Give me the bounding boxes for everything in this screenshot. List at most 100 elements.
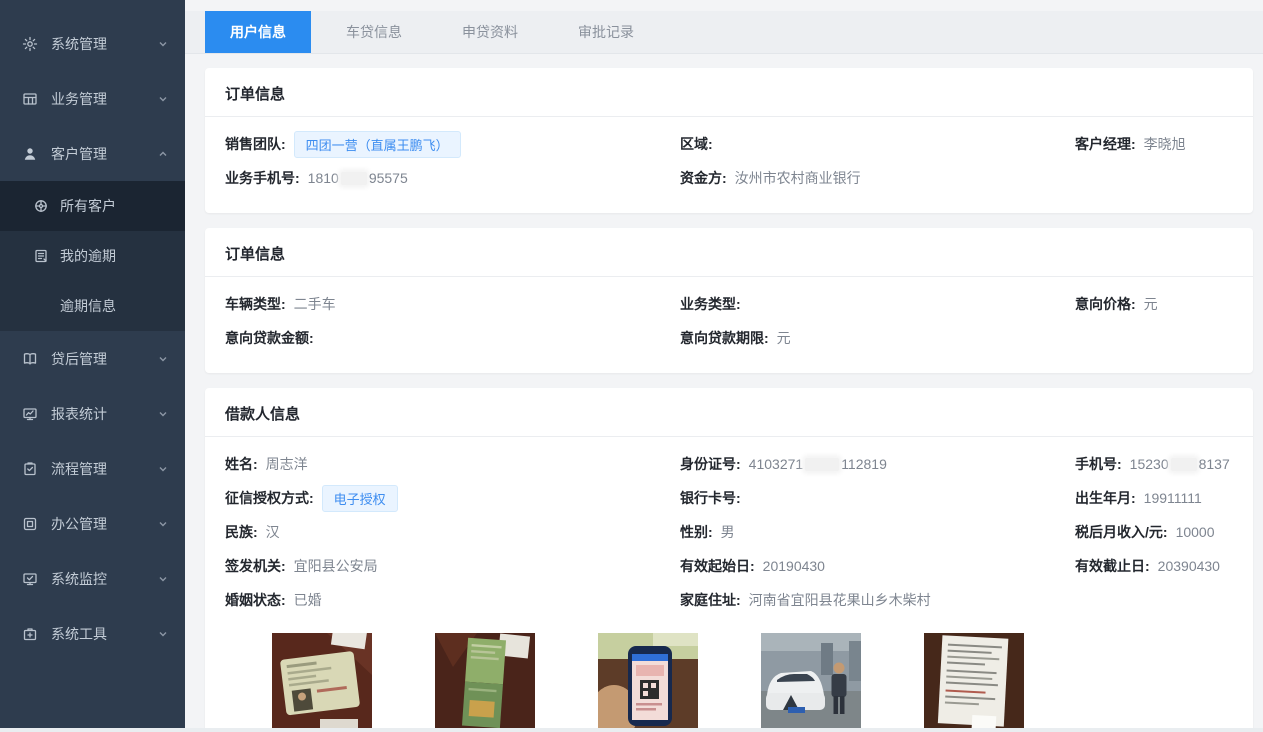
field-value: 4103271112819 <box>749 456 887 472</box>
redaction-blur <box>341 172 367 185</box>
field-label: 资金方: <box>680 168 727 188</box>
book-icon <box>22 351 38 367</box>
phone-auth-photo[interactable]: 征信截图 2 <box>598 633 698 732</box>
field-mobile-phone: 手机号: 152308137 <box>1075 447 1233 481</box>
tab-car-loan-info[interactable]: 车贷信息 <box>321 11 427 53</box>
field-value: 二手车 <box>294 294 336 314</box>
sidebar-item-system-monitor[interactable]: 系统监控 <box>0 551 185 606</box>
field-value: 19911111 <box>1144 490 1202 506</box>
field-value: 152308137 <box>1130 456 1230 472</box>
field-gender: 性别: 男 <box>680 515 1075 549</box>
monitor-chart-icon <box>22 406 38 422</box>
field-bank-card-number: 银行卡号: <box>680 481 1075 515</box>
sidebar-item-my-overdue[interactable]: 我的逾期 <box>0 231 185 281</box>
redaction-blur <box>1171 458 1197 471</box>
field-issuing-authority: 签发机关: 宜阳县公安局 <box>225 549 680 583</box>
id-card-photo[interactable]: 本人照 <box>272 633 372 732</box>
handwritten-doc-photo-image <box>924 633 1024 732</box>
field-account-manager: 客户经理: 李晓旭 <box>1075 127 1233 161</box>
field-intent-loan-amount: 意向贷款金额: <box>225 321 680 355</box>
card-title: 订单信息 <box>205 228 1253 277</box>
tab-approval-records[interactable]: 审批记录 <box>553 11 659 53</box>
wheel-icon <box>33 198 49 214</box>
tab-user-info[interactable]: 用户信息 <box>205 11 311 53</box>
sidebar-item-business-management[interactable]: 业务管理 <box>0 71 185 126</box>
field-label: 民族: <box>225 522 258 542</box>
borrower-info-card: 借款人信息 姓名: 周志洋 身份证号: 4103271112819 手机号: 1… <box>205 388 1253 732</box>
field-label: 出生年月: <box>1075 488 1136 508</box>
sidebar-item-label: 系统监控 <box>51 569 144 589</box>
sales-team-tag[interactable]: 四团一营（直属王鹏飞） <box>294 131 461 158</box>
redaction-blur <box>805 458 839 471</box>
field-label: 销售团队: <box>225 134 286 154</box>
field-value: 汝州市农村商业银行 <box>735 168 861 188</box>
sidebar-item-label: 报表统计 <box>51 404 144 424</box>
sidebar-item-office-management[interactable]: 办公管理 <box>0 496 185 551</box>
field-label: 业务类型: <box>680 294 741 314</box>
sidebar-item-overdue-info[interactable]: 逾期信息 <box>0 281 185 331</box>
field-value: 已婚 <box>294 590 322 610</box>
sidebar-item-all-customers[interactable]: 所有客户 <box>0 181 185 231</box>
clipboard-flow-icon <box>22 461 38 477</box>
handwritten-doc-photo[interactable]: 其他材料 <box>924 633 1024 732</box>
chevron-down-icon <box>157 38 169 50</box>
tab-bar: 用户信息 车贷信息 申贷资料 审批记录 <box>185 11 1263 54</box>
field-valid-from: 有效起始日: 20190430 <box>680 549 1075 583</box>
field-label: 业务手机号: <box>225 168 300 188</box>
sidebar-item-label: 业务管理 <box>51 89 144 109</box>
field-intent-price: 意向价格: 元 <box>1075 287 1233 321</box>
sidebar-item-postloan-management[interactable]: 贷后管理 <box>0 331 185 386</box>
field-marital-status: 婚姻状态: 已婚 <box>225 583 680 617</box>
field-value: 20190430 <box>763 558 825 574</box>
content-scroll-area[interactable]: 订单信息 销售团队: 四团一营（直属王鹏飞） 区域: 客户经理: 李晓旭 业务手… <box>185 54 1263 732</box>
bottom-edge-strip <box>0 728 1263 732</box>
sidebar-item-process-management[interactable]: 流程管理 <box>0 441 185 496</box>
sidebar-item-label: 客户管理 <box>51 144 144 164</box>
customer-management-submenu: 所有客户 我的逾期 逾期信息 <box>0 181 185 331</box>
field-label: 有效起始日: <box>680 556 755 576</box>
field-value: 10000 <box>1176 524 1215 540</box>
field-label: 姓名: <box>225 454 258 474</box>
sidebar-item-system-management[interactable]: 系统管理 <box>0 16 185 71</box>
sidebar-item-label: 我的逾期 <box>60 246 116 266</box>
document-pen-icon <box>33 248 49 264</box>
sidebar-item-label: 系统工具 <box>51 624 144 644</box>
chevron-up-icon <box>157 148 169 160</box>
field-business-phone: 业务手机号: 181095575 <box>225 161 680 195</box>
sidebar-item-customer-management[interactable]: 客户管理 <box>0 126 185 181</box>
card-title: 订单信息 <box>205 68 1253 117</box>
field-label: 性别: <box>680 522 713 542</box>
chevron-down-icon <box>157 628 169 640</box>
field-funder: 资金方: 汝州市农村商业银行 <box>680 161 1075 195</box>
gear-icon <box>22 36 38 52</box>
sidebar-item-report-statistics[interactable]: 报表统计 <box>0 386 185 441</box>
field-name: 姓名: 周志洋 <box>225 447 680 481</box>
sidebar: 系统管理 业务管理 客户管理 所有客户 我的逾期 逾期信息 贷后管理 报表统计 <box>0 0 185 732</box>
person-car-photo[interactable]: 人车合照 <box>761 633 861 732</box>
chevron-down-icon <box>157 463 169 475</box>
driver-license-photo[interactable]: 驾驶证照片 <box>435 633 535 732</box>
field-label: 区域: <box>680 134 713 154</box>
sidebar-item-system-tools[interactable]: 系统工具 <box>0 606 185 661</box>
chevron-down-icon <box>157 408 169 420</box>
field-ethnicity: 民族: 汉 <box>225 515 680 549</box>
field-label: 身份证号: <box>680 454 741 474</box>
field-label: 客户经理: <box>1075 134 1136 154</box>
phone-auth-photo-image <box>598 633 698 732</box>
field-label: 婚姻状态: <box>225 590 286 610</box>
field-value: 男 <box>721 522 735 542</box>
person-car-photo-image <box>761 633 861 732</box>
field-birth-date: 出生年月: 19911111 <box>1075 481 1233 515</box>
field-label: 手机号: <box>1075 454 1122 474</box>
chevron-down-icon <box>157 93 169 105</box>
card-title: 借款人信息 <box>205 388 1253 437</box>
sidebar-item-label: 系统管理 <box>51 34 144 54</box>
credit-auth-tag: 电子授权 <box>322 485 398 512</box>
field-value: 宜阳县公安局 <box>294 556 378 576</box>
field-valid-to: 有效截止日: 20390430 <box>1075 549 1233 583</box>
grid-icon <box>22 91 38 107</box>
tab-loan-application-docs[interactable]: 申贷资料 <box>437 11 543 53</box>
field-label: 家庭住址: <box>680 590 741 610</box>
chevron-down-icon <box>157 518 169 530</box>
sidebar-item-label: 流程管理 <box>51 459 144 479</box>
